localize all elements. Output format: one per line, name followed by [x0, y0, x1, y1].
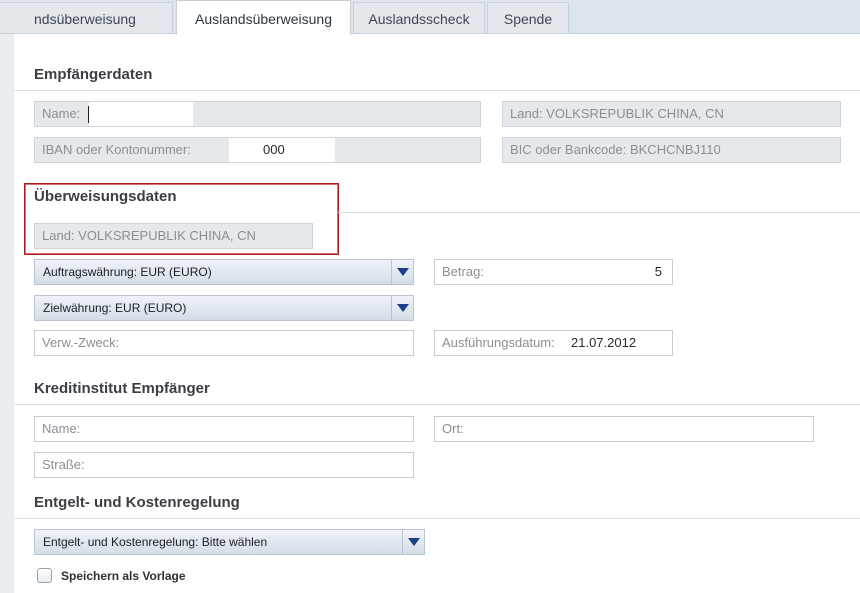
execution-date-field[interactable]: Ausführungsdatum: 21.07.2012 — [434, 330, 673, 356]
section-divider — [14, 518, 860, 519]
execution-date-label: Ausführungsdatum: — [442, 335, 555, 350]
bank-name-field[interactable]: Name: — [34, 416, 414, 442]
recipient-name-field[interactable]: Name: — [34, 101, 481, 127]
save-template-checkbox[interactable] — [37, 568, 52, 583]
chevron-down-icon[interactable] — [391, 296, 413, 320]
recipient-name-label: Name: — [42, 106, 81, 121]
order-currency-value: Auftragswährung: EUR (EURO) — [43, 265, 212, 279]
bank-street-label: Straße: — [42, 457, 85, 472]
transfer-country-field: Land: VOLKSREPUBLIK CHINA, CN — [34, 223, 313, 249]
section-divider — [14, 90, 860, 91]
recipient-iban-input[interactable]: 000 — [229, 138, 335, 162]
bank-street-field[interactable]: Straße: — [34, 452, 414, 478]
recipient-country-label: Land: VOLKSREPUBLIK CHINA, CN — [510, 106, 724, 121]
recipient-country-field: Land: VOLKSREPUBLIK CHINA, CN — [502, 101, 841, 127]
chevron-down-icon[interactable] — [402, 530, 424, 554]
bank-name-label: Name: — [42, 421, 81, 436]
recipient-name-input[interactable] — [89, 102, 193, 126]
section-title-recipient: Empfängerdaten — [34, 66, 153, 83]
chevron-down-icon[interactable] — [391, 260, 413, 284]
recipient-bic-label: BIC oder Bankcode: BKCHCNBJ110 — [510, 142, 721, 157]
tab-bar-divider — [0, 33, 860, 34]
tab-inlandsueberweisung[interactable]: ndsüberweisung — [0, 2, 173, 34]
recipient-bic-field: BIC oder Bankcode: BKCHCNBJ110 — [502, 137, 841, 163]
section-title-transfer: Überweisungsdaten — [34, 188, 177, 205]
section-title-fees: Entgelt- und Kostenregelung — [34, 494, 240, 511]
bank-city-label: Ort: — [442, 421, 464, 436]
purpose-label: Verw.-Zweck: — [42, 335, 120, 350]
recipient-iban-field[interactable]: IBAN oder Kontonummer: 000 — [34, 137, 481, 163]
recipient-iban-label: IBAN oder Kontonummer: — [42, 142, 191, 157]
amount-value: 5 — [654, 264, 662, 279]
amount-label: Betrag: — [442, 264, 484, 279]
text-cursor — [88, 106, 89, 123]
transfer-country-label: Land: VOLKSREPUBLIK CHINA, CN — [42, 228, 256, 243]
tab-auslandsueberweisung[interactable]: Auslandsüberweisung — [176, 0, 351, 35]
section-divider — [338, 212, 860, 213]
target-currency-select[interactable]: Zielwährung: EUR (EURO) — [34, 295, 414, 321]
tab-spende[interactable]: Spende — [487, 2, 569, 34]
amount-field[interactable]: Betrag: 5 — [434, 259, 673, 285]
bank-city-field[interactable]: Ort: — [434, 416, 814, 442]
section-divider — [14, 404, 860, 405]
execution-date-value: 21.07.2012 — [571, 335, 637, 350]
purpose-field[interactable]: Verw.-Zweck: — [34, 330, 414, 356]
target-currency-value: Zielwährung: EUR (EURO) — [43, 301, 187, 315]
fees-select-value: Entgelt- und Kostenregelung: Bitte wähle… — [43, 535, 268, 549]
save-template-label[interactable]: Speichern als Vorlage — [61, 569, 186, 583]
order-currency-select[interactable]: Auftragswährung: EUR (EURO) — [34, 259, 414, 285]
section-title-bank: Kreditinstitut Empfänger — [34, 380, 210, 397]
left-margin-strip — [0, 34, 14, 593]
tab-auslandsscheck[interactable]: Auslandsscheck — [353, 2, 485, 34]
fees-select[interactable]: Entgelt- und Kostenregelung: Bitte wähle… — [34, 529, 425, 555]
